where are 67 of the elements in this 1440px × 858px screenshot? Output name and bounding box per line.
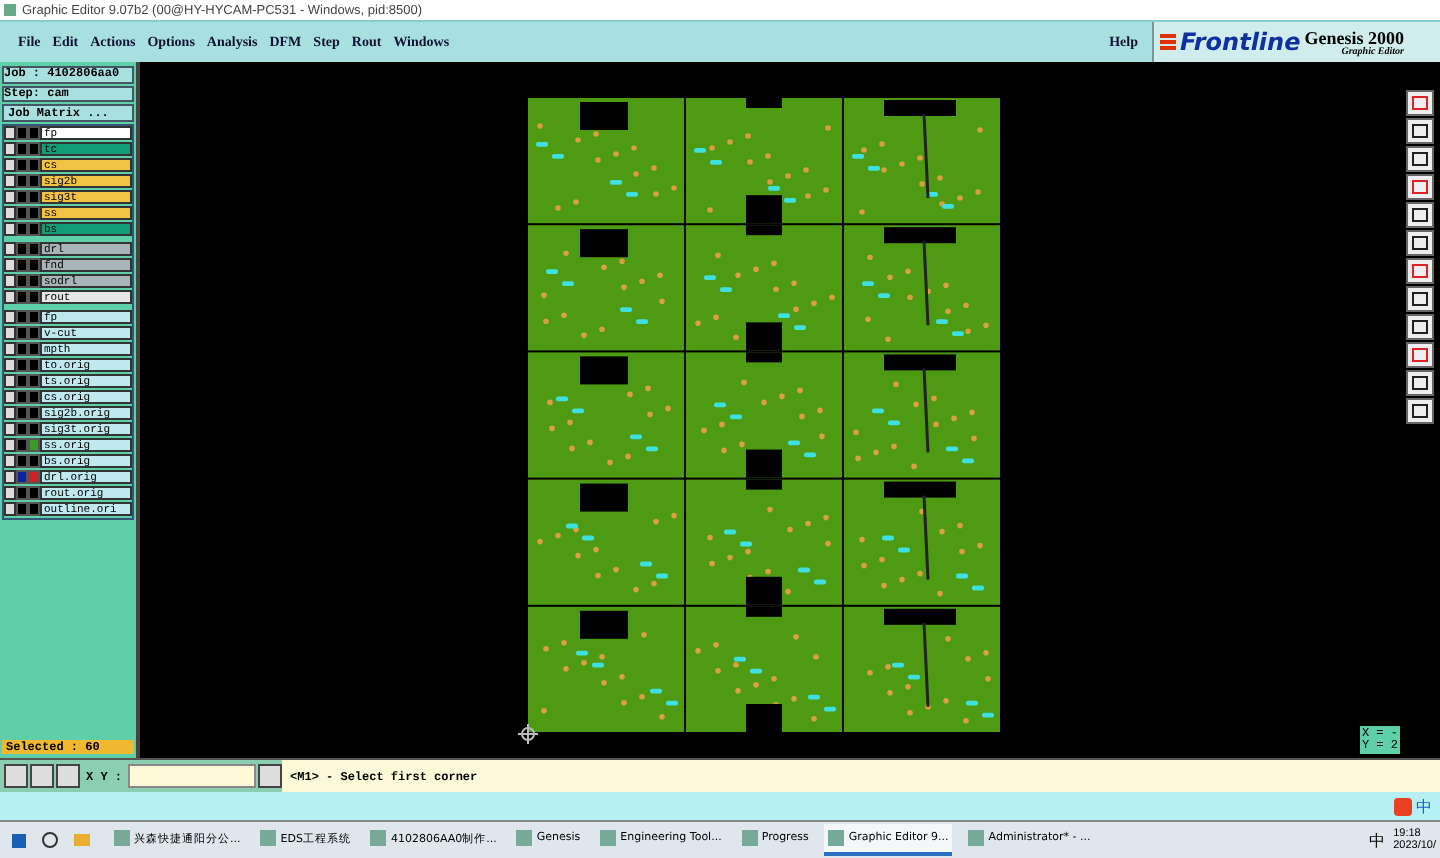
- work-layer-marker[interactable]: [16, 454, 28, 468]
- work-layer-marker[interactable]: [16, 406, 28, 420]
- work-layer-marker[interactable]: [16, 358, 28, 372]
- brand-name: Frontline: [1180, 28, 1301, 56]
- work-layer-marker[interactable]: [16, 242, 28, 256]
- ime-indicator[interactable]: 中: [1416, 795, 1432, 817]
- affected-marker[interactable]: [28, 222, 40, 236]
- toolbar-button[interactable]: [1406, 314, 1434, 340]
- work-layer-marker[interactable]: [16, 142, 28, 156]
- affected-marker[interactable]: [28, 290, 40, 304]
- crosshair-cursor-icon: [517, 723, 539, 745]
- work-layer-marker[interactable]: [16, 374, 28, 388]
- affected-marker[interactable]: [28, 358, 40, 372]
- work-layer-marker[interactable]: [16, 422, 28, 436]
- work-layer-marker[interactable]: [16, 190, 28, 204]
- affected-marker[interactable]: [28, 242, 40, 256]
- toolbar-button[interactable]: [1406, 398, 1434, 424]
- affected-marker[interactable]: [28, 126, 40, 140]
- work-layer-marker[interactable]: [16, 274, 28, 288]
- affected-marker[interactable]: [28, 406, 40, 420]
- affected-marker[interactable]: [28, 142, 40, 156]
- affected-marker[interactable]: [28, 454, 40, 468]
- app-icon: [4, 4, 16, 16]
- work-layer-marker[interactable]: [16, 342, 28, 356]
- affected-marker[interactable]: [28, 470, 40, 484]
- xy-input-field[interactable]: [128, 764, 257, 788]
- work-layer-marker[interactable]: [16, 390, 28, 404]
- search-icon[interactable]: [42, 832, 58, 848]
- affected-marker[interactable]: [28, 374, 40, 388]
- toolbar-button[interactable]: [1406, 202, 1434, 228]
- work-layer-marker[interactable]: [16, 310, 28, 324]
- toolbar-button[interactable]: [1406, 146, 1434, 172]
- affected-marker[interactable]: [28, 486, 40, 500]
- affected-marker[interactable]: [28, 390, 40, 404]
- work-layer-marker[interactable]: [16, 174, 28, 188]
- work-layer-marker[interactable]: [16, 258, 28, 272]
- affected-marker[interactable]: [28, 326, 40, 340]
- start-button[interactable]: [12, 833, 26, 847]
- affected-marker[interactable]: [28, 174, 40, 188]
- affected-marker[interactable]: [28, 206, 40, 220]
- work-layer-marker[interactable]: [16, 486, 28, 500]
- toolbar-button[interactable]: [1406, 286, 1434, 312]
- stripes-icon: [1160, 33, 1176, 51]
- work-layer-marker[interactable]: [16, 438, 28, 452]
- affected-marker[interactable]: [28, 438, 40, 452]
- ime-logo-icon: [1394, 797, 1412, 815]
- affected-marker[interactable]: [28, 502, 40, 516]
- work-layer-marker[interactable]: [16, 126, 28, 140]
- work-layer-marker[interactable]: [16, 326, 28, 340]
- affected-marker[interactable]: [28, 342, 40, 356]
- toolbar-button[interactable]: [1406, 370, 1434, 396]
- work-layer-marker[interactable]: [16, 206, 28, 220]
- work-layer-marker[interactable]: [16, 158, 28, 172]
- affected-marker[interactable]: [28, 310, 40, 324]
- toolbar-button[interactable]: [1406, 118, 1434, 144]
- product-name: Genesis 2000: [1304, 27, 1404, 47]
- affected-marker[interactable]: [28, 158, 40, 172]
- affected-marker[interactable]: [28, 422, 40, 436]
- affected-marker[interactable]: [28, 258, 40, 272]
- affected-marker[interactable]: [28, 274, 40, 288]
- work-layer-marker[interactable]: [16, 502, 28, 516]
- work-layer-marker[interactable]: [16, 222, 28, 236]
- affected-marker[interactable]: [28, 190, 40, 204]
- toolbar-button[interactable]: [1406, 230, 1434, 256]
- tray-ime[interactable]: 中: [1369, 829, 1386, 851]
- work-layer-marker[interactable]: [16, 470, 28, 484]
- work-layer-marker[interactable]: [16, 290, 28, 304]
